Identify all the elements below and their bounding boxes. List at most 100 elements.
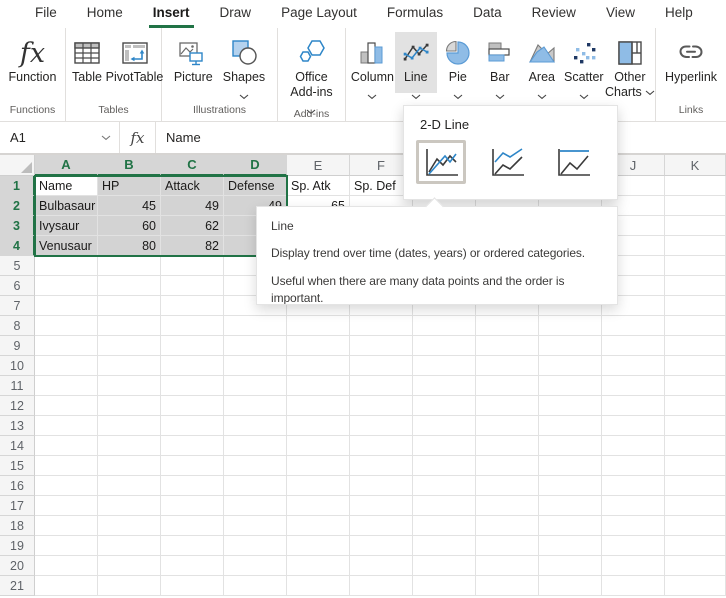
- cell-D10[interactable]: [224, 356, 287, 376]
- cell-B9[interactable]: [98, 336, 161, 356]
- cell-F19[interactable]: [350, 536, 413, 556]
- cell-G16[interactable]: [413, 476, 476, 496]
- option-line-chart[interactable]: [416, 140, 466, 184]
- cell-G15[interactable]: [413, 456, 476, 476]
- cell-K4[interactable]: [665, 236, 726, 256]
- row-header-13[interactable]: 13: [0, 416, 35, 436]
- cell-J13[interactable]: [602, 416, 665, 436]
- cell-D15[interactable]: [224, 456, 287, 476]
- cell-H13[interactable]: [476, 416, 539, 436]
- cell-A18[interactable]: [35, 516, 98, 536]
- cell-G20[interactable]: [413, 556, 476, 576]
- cell-K12[interactable]: [665, 396, 726, 416]
- option-stacked-line-chart[interactable]: [482, 140, 532, 184]
- cell-E16[interactable]: [287, 476, 350, 496]
- cell-K11[interactable]: [665, 376, 726, 396]
- cell-A11[interactable]: [35, 376, 98, 396]
- chevron-down-icon[interactable]: [101, 135, 111, 141]
- cell-C8[interactable]: [161, 316, 224, 336]
- cell-G9[interactable]: [413, 336, 476, 356]
- row-header-16[interactable]: 16: [0, 476, 35, 496]
- column-header-A[interactable]: A: [35, 155, 98, 176]
- cell-E13[interactable]: [287, 416, 350, 436]
- office-addins-button[interactable]: Office Add-ins: [285, 32, 337, 115]
- cell-J18[interactable]: [602, 516, 665, 536]
- cell-A6[interactable]: [35, 276, 98, 296]
- row-header-8[interactable]: 8: [0, 316, 35, 336]
- row-header-20[interactable]: 20: [0, 556, 35, 576]
- cell-K1[interactable]: [665, 176, 726, 196]
- hyperlink-button[interactable]: Hyperlink: [660, 32, 722, 85]
- cell-H21[interactable]: [476, 576, 539, 596]
- cell-A20[interactable]: [35, 556, 98, 576]
- row-header-6[interactable]: 6: [0, 276, 35, 296]
- cell-C15[interactable]: [161, 456, 224, 476]
- cell-A1[interactable]: Name: [35, 176, 98, 196]
- cell-K7[interactable]: [665, 296, 726, 316]
- cell-J15[interactable]: [602, 456, 665, 476]
- tab-file[interactable]: File: [31, 0, 61, 28]
- cell-K8[interactable]: [665, 316, 726, 336]
- cell-I10[interactable]: [539, 356, 602, 376]
- cell-D1[interactable]: Defense: [224, 176, 287, 196]
- cell-F13[interactable]: [350, 416, 413, 436]
- cell-I17[interactable]: [539, 496, 602, 516]
- area-chart-button[interactable]: Area: [521, 32, 563, 100]
- cell-B6[interactable]: [98, 276, 161, 296]
- column-header-D[interactable]: D: [224, 155, 287, 176]
- tab-insert[interactable]: Insert: [148, 0, 194, 28]
- cell-A10[interactable]: [35, 356, 98, 376]
- cell-J19[interactable]: [602, 536, 665, 556]
- cell-A13[interactable]: [35, 416, 98, 436]
- cell-F15[interactable]: [350, 456, 413, 476]
- cell-F10[interactable]: [350, 356, 413, 376]
- row-header-14[interactable]: 14: [0, 436, 35, 456]
- cell-J20[interactable]: [602, 556, 665, 576]
- row-header-3[interactable]: 3: [0, 216, 35, 236]
- cell-C4[interactable]: 82: [161, 236, 224, 256]
- cell-F21[interactable]: [350, 576, 413, 596]
- cell-B19[interactable]: [98, 536, 161, 556]
- cell-J11[interactable]: [602, 376, 665, 396]
- cell-C16[interactable]: [161, 476, 224, 496]
- row-header-17[interactable]: 17: [0, 496, 35, 516]
- cell-J12[interactable]: [602, 396, 665, 416]
- cell-I14[interactable]: [539, 436, 602, 456]
- cell-J16[interactable]: [602, 476, 665, 496]
- cell-D11[interactable]: [224, 376, 287, 396]
- line-chart-button[interactable]: Line: [394, 32, 437, 100]
- cell-H11[interactable]: [476, 376, 539, 396]
- cell-B10[interactable]: [98, 356, 161, 376]
- cell-J8[interactable]: [602, 316, 665, 336]
- cell-G10[interactable]: [413, 356, 476, 376]
- cell-E8[interactable]: [287, 316, 350, 336]
- cell-H19[interactable]: [476, 536, 539, 556]
- bar-chart-button[interactable]: Bar: [479, 32, 521, 100]
- row-header-18[interactable]: 18: [0, 516, 35, 536]
- cell-A16[interactable]: [35, 476, 98, 496]
- cell-B2[interactable]: 45: [98, 196, 161, 216]
- cell-I13[interactable]: [539, 416, 602, 436]
- cell-H12[interactable]: [476, 396, 539, 416]
- cell-H14[interactable]: [476, 436, 539, 456]
- cell-A15[interactable]: [35, 456, 98, 476]
- cell-C1[interactable]: Attack: [161, 176, 224, 196]
- cell-B13[interactable]: [98, 416, 161, 436]
- row-header-1[interactable]: 1: [0, 176, 35, 196]
- cell-K10[interactable]: [665, 356, 726, 376]
- pie-chart-button[interactable]: Pie: [437, 32, 479, 100]
- cell-F18[interactable]: [350, 516, 413, 536]
- cell-H17[interactable]: [476, 496, 539, 516]
- cell-F20[interactable]: [350, 556, 413, 576]
- cell-F8[interactable]: [350, 316, 413, 336]
- cell-D17[interactable]: [224, 496, 287, 516]
- tab-help[interactable]: Help: [661, 0, 697, 28]
- tab-home[interactable]: Home: [83, 0, 127, 28]
- cell-C9[interactable]: [161, 336, 224, 356]
- pivottable-button[interactable]: PivotTable: [106, 32, 163, 85]
- cell-I15[interactable]: [539, 456, 602, 476]
- cell-K20[interactable]: [665, 556, 726, 576]
- cell-K18[interactable]: [665, 516, 726, 536]
- cell-E1[interactable]: Sp. Atk: [287, 176, 350, 196]
- cell-B17[interactable]: [98, 496, 161, 516]
